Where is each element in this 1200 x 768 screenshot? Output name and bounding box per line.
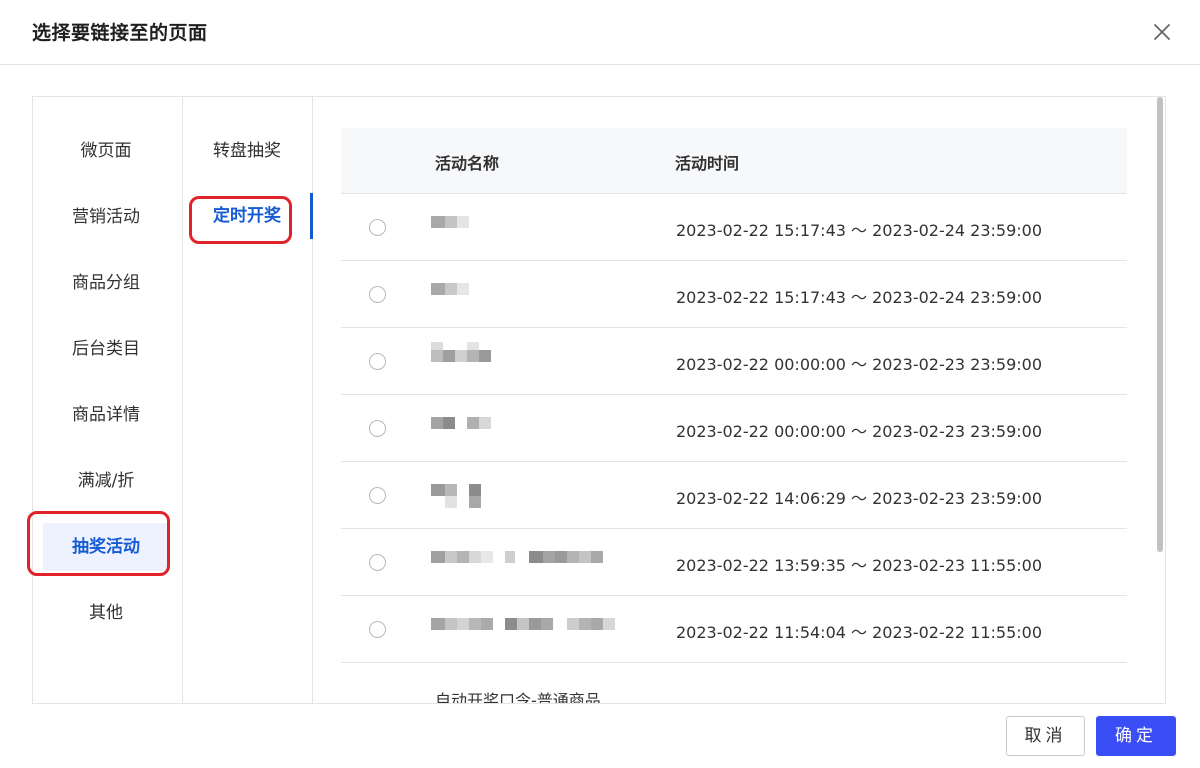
select-radio[interactable] bbox=[369, 286, 386, 303]
select-radio[interactable] bbox=[369, 621, 386, 638]
activity-time: 2023-02-22 14:06:29 ～ 2023-02-23 23:59:0… bbox=[676, 489, 1043, 508]
category-item-backend-category[interactable]: 后台类目 bbox=[43, 325, 169, 373]
highlight-box bbox=[27, 511, 170, 576]
active-indicator bbox=[310, 193, 313, 239]
activity-time: 2023-02-22 00:00:00 ～ 2023-02-23 23:59:0… bbox=[676, 422, 1043, 441]
table-row[interactable]: 自动开奖口令-普通商品 bbox=[341, 663, 1127, 704]
select-radio[interactable] bbox=[369, 353, 386, 370]
category-item-other[interactable]: 其他 bbox=[43, 589, 169, 637]
activity-name bbox=[431, 484, 631, 510]
table-row[interactable]: 2023-02-22 15:17:43 ～ 2023-02-24 23:59:0… bbox=[341, 194, 1127, 261]
cancel-button[interactable]: 取消 bbox=[1006, 716, 1085, 756]
column-header-name: 活动名称 bbox=[435, 154, 500, 173]
activity-time: 2023-02-22 15:17:43 ～ 2023-02-24 23:59:0… bbox=[676, 221, 1043, 240]
select-radio[interactable] bbox=[369, 420, 386, 437]
scrollbar[interactable] bbox=[1157, 97, 1163, 552]
select-radio[interactable] bbox=[369, 487, 386, 504]
confirm-button[interactable]: 确定 bbox=[1096, 716, 1176, 756]
table-row[interactable]: 2023-02-22 15:17:43 ～ 2023-02-24 23:59:0… bbox=[341, 261, 1127, 328]
table-header: 活动名称 活动时间 bbox=[341, 128, 1127, 194]
table-row[interactable]: 2023-02-22 00:00:00 ～ 2023-02-23 23:59:0… bbox=[341, 395, 1127, 462]
activity-name bbox=[431, 342, 631, 376]
activity-name: 自动开奖口令-普通商品 bbox=[435, 691, 601, 704]
table-row[interactable]: 2023-02-22 00:00:00 ～ 2023-02-23 23:59:0… bbox=[341, 328, 1127, 395]
table-row[interactable]: 2023-02-22 14:06:29 ～ 2023-02-23 23:59:0… bbox=[341, 462, 1127, 529]
activity-time: 2023-02-22 11:54:04 ～ 2023-02-22 11:55:0… bbox=[676, 623, 1043, 642]
select-radio[interactable] bbox=[369, 219, 386, 236]
activity-time: 2023-02-22 00:00:00 ～ 2023-02-23 23:59:0… bbox=[676, 355, 1043, 374]
dialog-title: 选择要链接至的页面 bbox=[32, 22, 208, 44]
activity-time: 2023-02-22 13:59:35 ～ 2023-02-23 11:55:0… bbox=[676, 556, 1043, 575]
close-icon[interactable] bbox=[1150, 20, 1174, 44]
link-selector-panel: 微页面 营销活动 商品分组 后台类目 商品详情 满减/折 抽奖活动 其他 转盘抽… bbox=[32, 96, 1166, 704]
category-column: 微页面 营销活动 商品分组 后台类目 商品详情 满减/折 抽奖活动 其他 bbox=[33, 97, 183, 703]
column-header-time: 活动时间 bbox=[675, 154, 740, 173]
table-row[interactable]: 2023-02-22 11:54:04 ～ 2023-02-22 11:55:0… bbox=[341, 596, 1127, 663]
category-item-micro-page[interactable]: 微页面 bbox=[43, 127, 169, 175]
table-row[interactable]: 2023-02-22 13:59:35 ～ 2023-02-23 11:55:0… bbox=[341, 529, 1127, 596]
activity-name bbox=[431, 216, 631, 242]
subcategory-item-wheel-lottery[interactable]: 转盘抽奖 bbox=[182, 128, 312, 174]
category-item-discount[interactable]: 满减/折 bbox=[43, 457, 169, 505]
activity-name bbox=[431, 551, 631, 577]
highlight-box bbox=[189, 196, 292, 244]
activity-name bbox=[431, 618, 631, 644]
category-item-marketing[interactable]: 营销活动 bbox=[43, 193, 169, 241]
subcategory-column: 转盘抽奖 定时开奖 bbox=[182, 97, 313, 703]
category-item-product-group[interactable]: 商品分组 bbox=[43, 259, 169, 307]
dialog-header: 选择要链接至的页面 bbox=[0, 0, 1200, 65]
select-radio[interactable] bbox=[369, 554, 386, 571]
category-item-product-detail[interactable]: 商品详情 bbox=[43, 391, 169, 439]
activity-name bbox=[431, 417, 631, 443]
activity-time: 2023-02-22 15:17:43 ～ 2023-02-24 23:59:0… bbox=[676, 288, 1043, 307]
activity-name bbox=[431, 283, 631, 309]
